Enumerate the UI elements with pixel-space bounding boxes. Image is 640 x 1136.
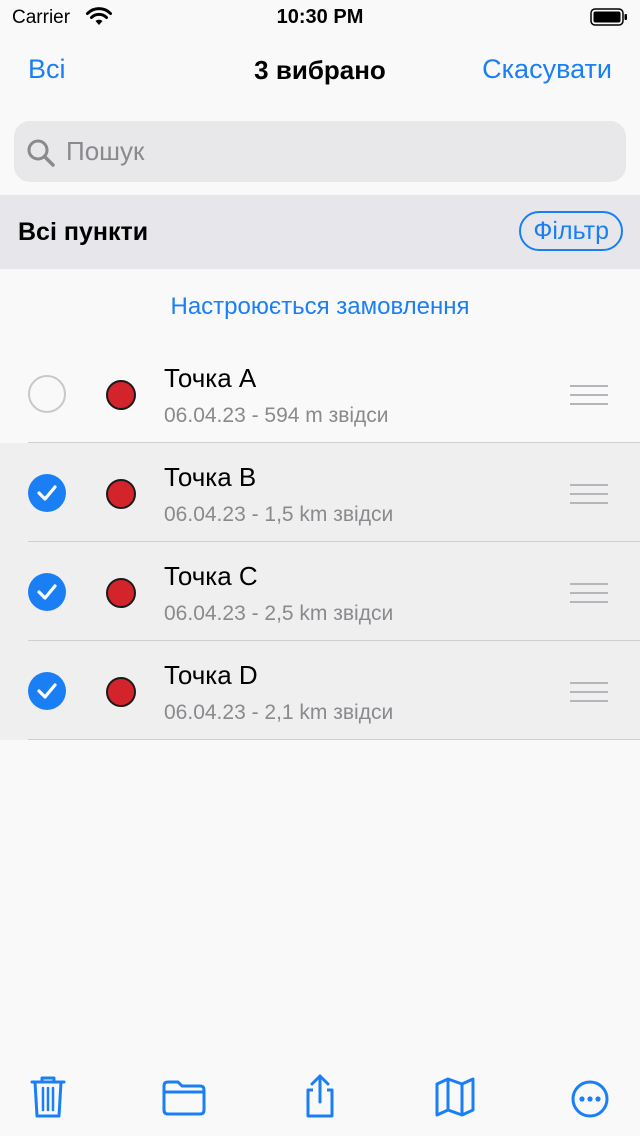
selected-checkmark-icon[interactable]	[28, 672, 66, 710]
search-bar[interactable]	[14, 121, 626, 182]
section-title: Всі пункти	[18, 218, 149, 246]
marker-dot-icon	[106, 479, 136, 509]
trash-icon[interactable]	[24, 1072, 72, 1122]
item-title: Точка A	[164, 363, 257, 393]
reorder-handle-icon[interactable]	[570, 582, 608, 604]
item-subtitle: 06.04.23 - 2,1 km звідси	[164, 701, 394, 724]
points-list: Точка A 06.04.23 - 594 m звідси Точка B …	[0, 344, 640, 740]
item-title: Точка C	[164, 561, 258, 591]
reorder-handle-icon[interactable]	[570, 681, 608, 703]
search-icon	[27, 139, 55, 167]
list-item[interactable]: Точка A 06.04.23 - 594 m звідси	[0, 344, 640, 443]
more-icon[interactable]	[566, 1072, 614, 1122]
item-subtitle: 06.04.23 - 1,5 km звідси	[164, 503, 394, 526]
custom-order-link[interactable]: Настроюється замовлення	[0, 293, 640, 321]
marker-dot-icon	[106, 677, 136, 707]
section-header: Всі пункти Фільтр	[0, 195, 640, 269]
marker-dot-icon	[106, 380, 136, 410]
reorder-handle-icon[interactable]	[570, 483, 608, 505]
bottom-toolbar	[0, 1072, 640, 1136]
status-bar: Carrier 10:30 PM	[0, 0, 640, 36]
selected-checkmark-icon[interactable]	[28, 474, 66, 512]
share-icon[interactable]	[296, 1072, 344, 1122]
folder-icon[interactable]	[160, 1072, 208, 1122]
filter-button[interactable]: Фільтр	[519, 211, 623, 251]
list-item[interactable]: Точка C 06.04.23 - 2,5 km звідси	[0, 542, 640, 641]
cancel-button[interactable]: Скасувати	[482, 54, 612, 85]
list-item[interactable]: Точка B 06.04.23 - 1,5 km звідси	[0, 443, 640, 542]
selected-checkmark-icon[interactable]	[28, 573, 66, 611]
item-title: Точка D	[164, 660, 258, 690]
item-subtitle: 06.04.23 - 594 m звідси	[164, 404, 389, 427]
item-title: Точка B	[164, 462, 257, 492]
battery-icon	[590, 8, 627, 26]
item-subtitle: 06.04.23 - 2,5 km звідси	[164, 602, 394, 625]
search-input[interactable]	[66, 121, 606, 182]
clock: 10:30 PM	[276, 6, 364, 28]
selection-checkbox[interactable]	[28, 375, 66, 413]
map-icon[interactable]	[431, 1072, 479, 1122]
list-item[interactable]: Точка D 06.04.23 - 2,1 km звідси	[0, 641, 640, 740]
screen: Carrier 10:30 PM Всі 3 вибрано Скасувати…	[0, 0, 640, 1136]
row-divider	[28, 739, 640, 740]
marker-dot-icon	[106, 578, 136, 608]
reorder-handle-icon[interactable]	[570, 384, 608, 406]
